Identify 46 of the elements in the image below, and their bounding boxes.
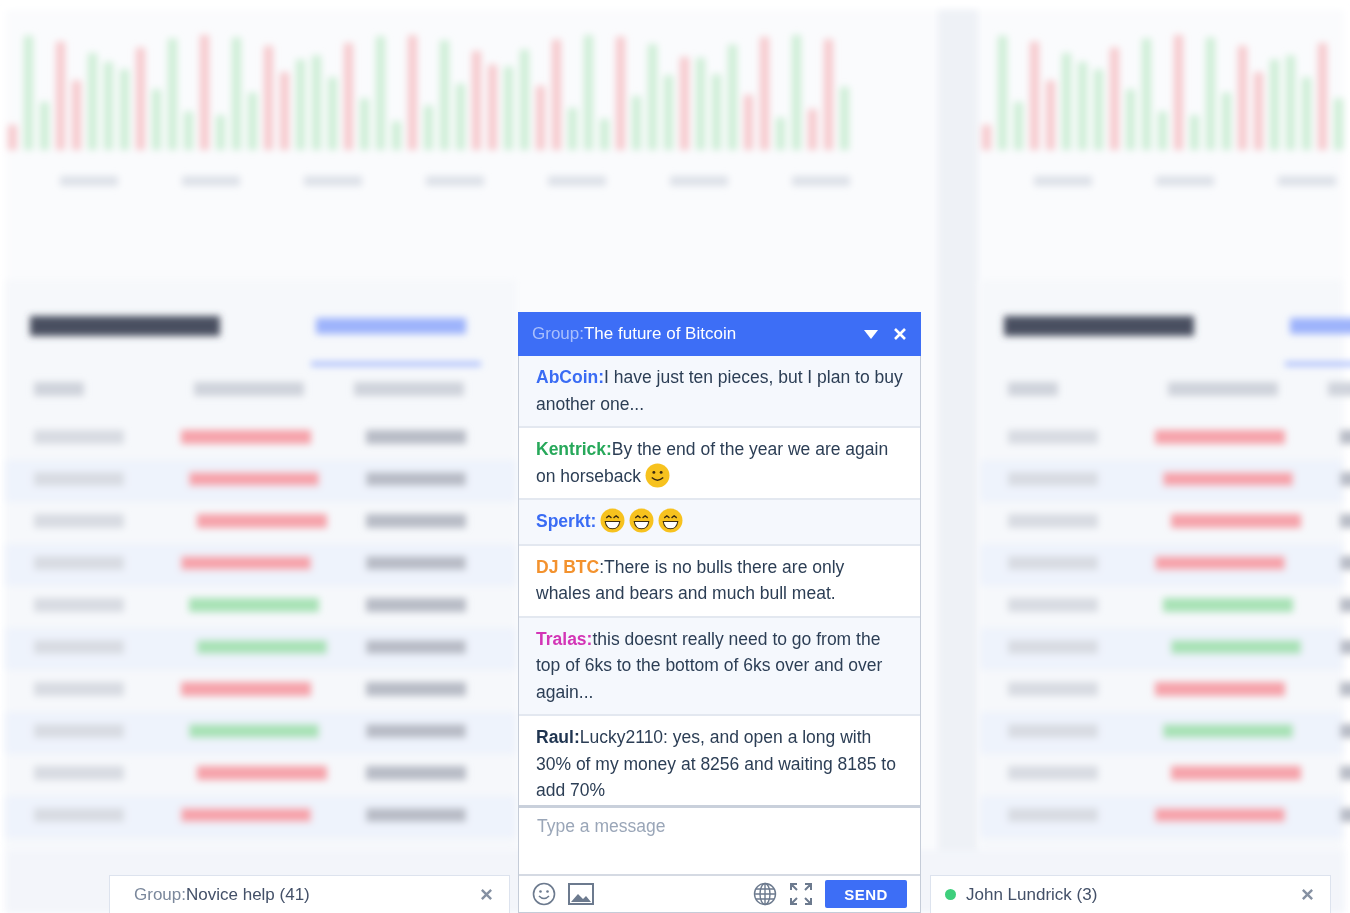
chart-bar <box>72 80 81 150</box>
chart-bar <box>1014 102 1023 150</box>
send-button[interactable]: SEND <box>825 880 907 908</box>
globe-icon[interactable] <box>753 882 777 906</box>
chart-bar <box>536 85 545 150</box>
chat-message: AbCoin:I have just ten pieces, but I plan to buy another one... <box>536 366 903 416</box>
chat-message: DJ BTC:There is no bulls there are only whales and bears and much bull meat. <box>536 555 846 605</box>
chart-bar <box>632 96 641 150</box>
chart-bar <box>424 105 433 150</box>
chart-bar <box>840 87 849 150</box>
image-icon[interactable] <box>568 883 594 905</box>
chart-bar <box>568 108 577 150</box>
grin-icon <box>658 508 684 533</box>
chart-bar <box>1222 92 1231 150</box>
chart-bar <box>1190 115 1199 150</box>
chart-bar <box>248 92 257 150</box>
emoji-icon[interactable] <box>532 882 556 906</box>
chat-message: Kentrick:By the end of the year we are again on horseback <box>536 438 890 489</box>
chart-bar <box>744 95 753 150</box>
chat-message: Tralas:this doesnt really need to go from the top of 6ks to the bottom of 6ks over and over again... <box>536 627 884 704</box>
chart-bar <box>360 98 369 150</box>
chart-bar <box>456 83 465 150</box>
chart-bar <box>1126 89 1135 150</box>
chat-title: Group:The future of Bitcoin <box>532 324 738 344</box>
close-icon[interactable] <box>480 888 493 901</box>
chart-bar <box>1158 111 1167 150</box>
collapse-caret-icon[interactable] <box>863 328 879 340</box>
chart-bar <box>600 118 609 150</box>
chart-bar <box>808 109 817 150</box>
chart-bar <box>776 117 785 150</box>
chart-bar <box>982 125 991 150</box>
smiley-icon <box>645 462 671 488</box>
chart-bar <box>1046 80 1055 150</box>
chat-message: Sperkt: <box>536 508 903 535</box>
expand-icon[interactable] <box>789 882 813 906</box>
chart-bar <box>40 102 49 150</box>
chart-bar <box>184 111 193 150</box>
chart-bar <box>216 115 225 150</box>
grin-icon <box>629 508 655 533</box>
grin-icon <box>600 508 626 533</box>
chart-bar <box>1334 98 1343 150</box>
chart-bar <box>152 89 161 150</box>
chart-bar <box>8 125 17 150</box>
chart-bar <box>392 121 401 150</box>
chat-message: Raul:Lucky2110: yes, and open a long with 30% of my money at 8256 and waiting 8185 to add 70% <box>536 726 897 802</box>
close-icon[interactable] <box>1301 888 1314 901</box>
